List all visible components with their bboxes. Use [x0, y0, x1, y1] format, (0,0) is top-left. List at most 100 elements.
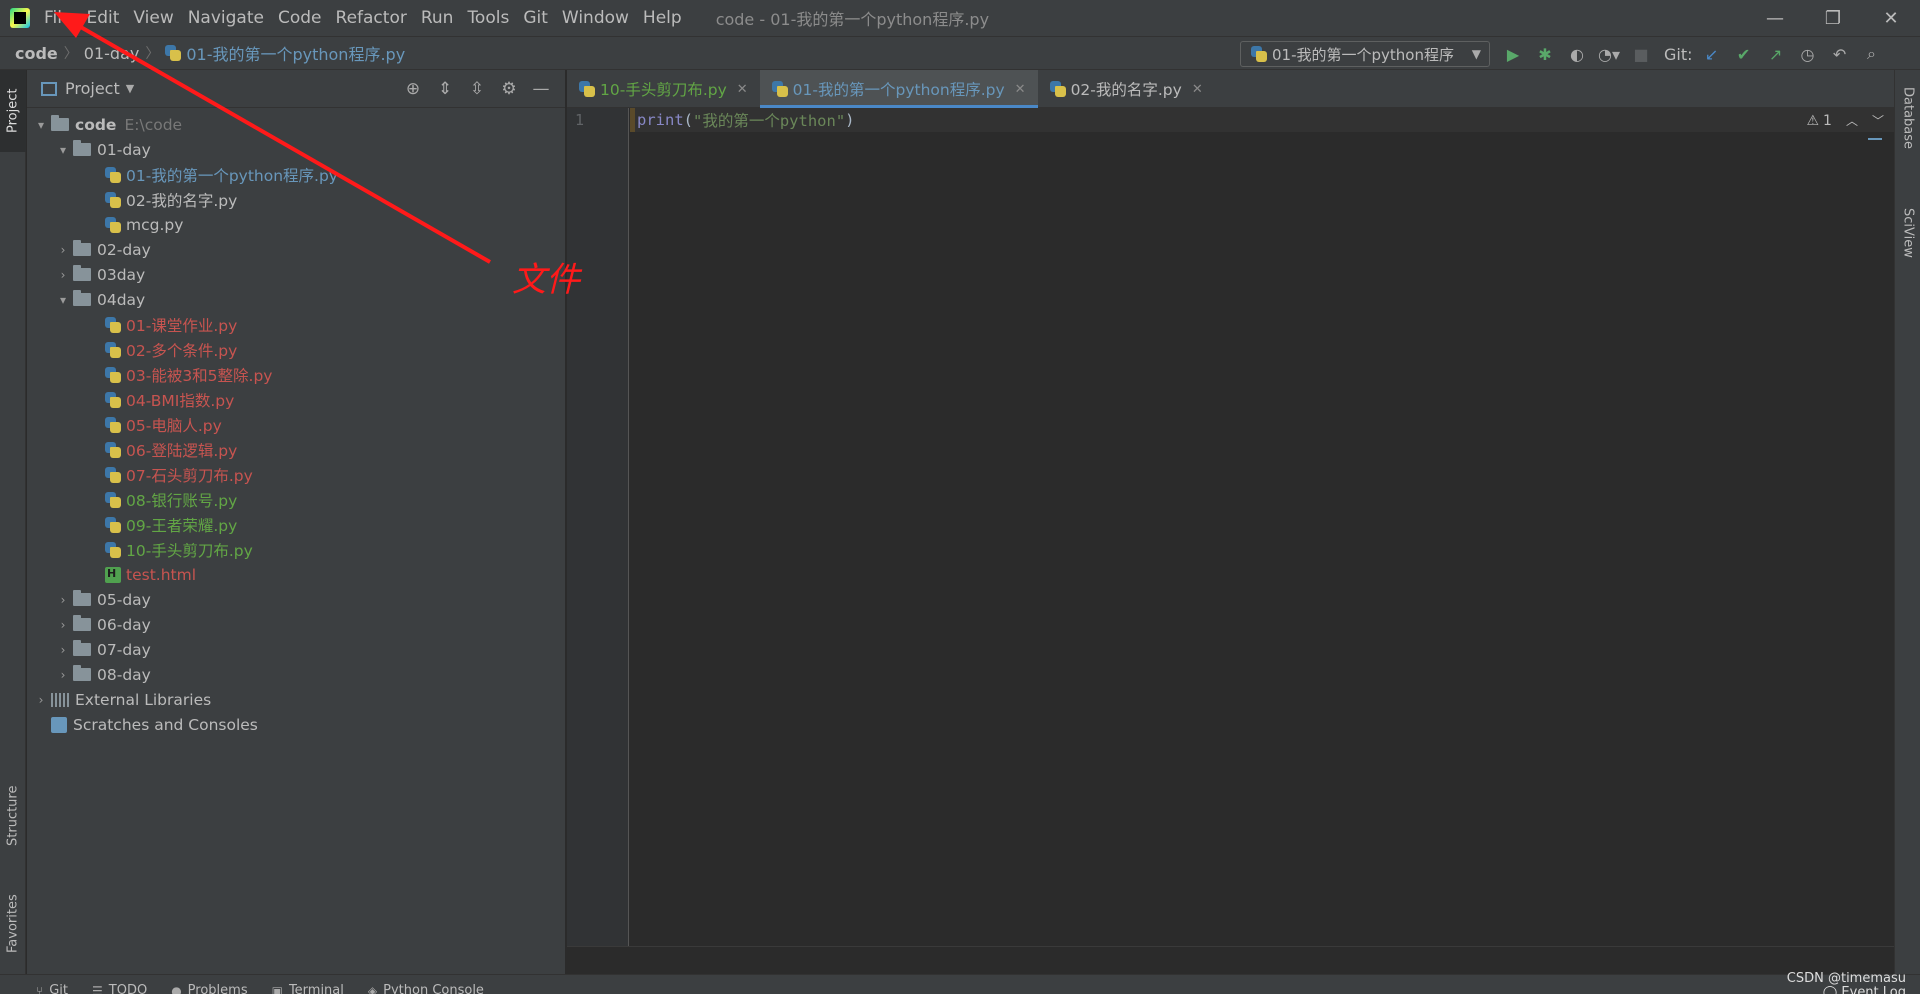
tree-root[interactable]: ▾ code E:\code	[27, 112, 565, 137]
inspection-widget[interactable]: ⚠ 1 ︿ ﹀	[1806, 112, 1884, 129]
tree-folder[interactable]: ▾ 01-day	[27, 137, 565, 162]
close-window-button[interactable]: ✕	[1862, 0, 1920, 36]
tool-tab-sciview[interactable]: SciView	[1895, 188, 1920, 278]
chevron-down-icon[interactable]: ▾	[53, 293, 73, 307]
tree-folder[interactable]: › 02-day	[27, 237, 565, 262]
debug-icon[interactable]: ✱	[1532, 41, 1558, 67]
pycharm-logo-icon[interactable]	[10, 8, 30, 28]
restore-button[interactable]: ❐	[1804, 0, 1862, 36]
chevron-right-icon[interactable]: ›	[53, 243, 73, 257]
tree-file[interactable]: mcg.py	[27, 212, 565, 237]
chevron-down-icon[interactable]: ﹀	[1872, 112, 1884, 129]
menu-window[interactable]: Window	[562, 8, 629, 28]
menu-navigate[interactable]: Navigate	[188, 8, 264, 28]
menu-run[interactable]: Run	[421, 8, 454, 28]
tree-file[interactable]: 07-石头剪刀布.py	[27, 462, 565, 487]
tool-tab-database[interactable]: Database	[1895, 70, 1920, 166]
tree-file[interactable]: 02-我的名字.py	[27, 187, 565, 212]
tree-file[interactable]: 02-多个条件.py	[27, 337, 565, 362]
chevron-down-icon[interactable]: ▾	[53, 143, 73, 157]
bottom-tab-python-console[interactable]: ◈ Python Console	[368, 975, 484, 994]
git-label: Git:	[1664, 44, 1693, 64]
locate-file-icon[interactable]: ⊕	[397, 79, 429, 99]
library-icon	[51, 692, 69, 707]
tree-file[interactable]: test.html	[27, 562, 565, 587]
menu-refactor[interactable]: Refactor	[336, 8, 407, 28]
scrollbar-marker[interactable]	[1868, 138, 1882, 140]
git-commit-icon[interactable]: ✔	[1731, 41, 1757, 67]
tree-folder[interactable]: › 03day	[27, 262, 565, 287]
menu-help[interactable]: Help	[643, 8, 682, 28]
git-push-icon[interactable]: ↗	[1763, 41, 1789, 67]
tree-file[interactable]: 01-我的第一个python程序.py	[27, 162, 565, 187]
menu-git[interactable]: Git	[523, 8, 548, 28]
editor-tab-active[interactable]: 01-我的第一个python程序.py ✕	[759, 70, 1038, 108]
chevron-down-icon[interactable]: ▼	[126, 82, 134, 95]
breadcrumb-root[interactable]: code	[15, 44, 58, 63]
menu-tools[interactable]: Tools	[467, 8, 509, 28]
history-icon[interactable]: ◷	[1795, 41, 1821, 67]
rollback-icon[interactable]: ↶	[1827, 41, 1853, 67]
gear-icon[interactable]: ⚙	[493, 79, 525, 99]
chevron-right-icon[interactable]: ›	[53, 668, 73, 682]
run-toolbar: ▶ ✱ ◐ ◔▾ ■ Git: ↙ ✔ ↗ ◷ ↶ ⌕	[1500, 37, 1891, 71]
code-editor[interactable]: print("我的第一个python") ⚠ 1 ︿ ﹀	[630, 108, 1894, 946]
tree-file[interactable]: 01-课堂作业.py	[27, 312, 565, 337]
menu-file[interactable]: File	[44, 8, 72, 28]
git-update-icon[interactable]: ↙	[1699, 41, 1725, 67]
bottom-tab-problems[interactable]: ● Problems	[171, 975, 247, 994]
tree-file[interactable]: 04-BMI指数.py	[27, 387, 565, 412]
tree-external-libraries[interactable]: › External Libraries	[27, 687, 565, 712]
tree-folder[interactable]: › 05-day	[27, 587, 565, 612]
chevron-right-icon[interactable]: ›	[53, 643, 73, 657]
chevron-up-icon[interactable]: ︿	[1846, 112, 1858, 129]
breadcrumb-folder[interactable]: 01-day	[84, 44, 140, 63]
bottom-tab-todo[interactable]: ☰ TODO	[92, 975, 147, 994]
close-tab-icon[interactable]: ✕	[1192, 82, 1203, 97]
search-icon[interactable]: ⌕	[1859, 41, 1885, 67]
tree-folder[interactable]: › 07-day	[27, 637, 565, 662]
menu-edit[interactable]: Edit	[86, 8, 119, 28]
chevron-right-icon[interactable]: ›	[53, 593, 73, 607]
coverage-icon[interactable]: ◐	[1564, 41, 1590, 67]
tree-file[interactable]: 10-手头剪刀布.py	[27, 537, 565, 562]
tree-folder[interactable]: › 08-day	[27, 662, 565, 687]
stop-icon[interactable]: ■	[1628, 41, 1654, 67]
editor-tab[interactable]: 02-我的名字.py ✕	[1038, 70, 1215, 108]
chevron-right-icon[interactable]: ›	[53, 618, 73, 632]
profile-icon[interactable]: ◔▾	[1596, 41, 1622, 67]
tree-file[interactable]: 08-银行账号.py	[27, 487, 565, 512]
event-log-label: Event Log	[1841, 985, 1906, 994]
minimize-button[interactable]: —	[1746, 0, 1804, 36]
tool-tab-favorites[interactable]: Favorites	[0, 876, 26, 972]
project-panel-title[interactable]: Project	[65, 79, 120, 98]
tree-folder[interactable]: ▾ 04day	[27, 287, 565, 312]
run-configuration-select[interactable]: 01-我的第一个python程序 ▼	[1240, 41, 1490, 67]
close-tab-icon[interactable]: ✕	[737, 82, 748, 97]
breadcrumb-file[interactable]: 01-我的第一个python程序.py	[165, 41, 405, 65]
chevron-right-icon[interactable]: ›	[31, 693, 51, 707]
bottom-tab-terminal[interactable]: ▣ Terminal	[272, 975, 344, 994]
chevron-right-icon[interactable]: ›	[53, 268, 73, 282]
tree-file[interactable]: 06-登陆逻辑.py	[27, 437, 565, 462]
hide-panel-icon[interactable]: —	[525, 79, 557, 99]
tree-file[interactable]: 09-王者荣耀.py	[27, 512, 565, 537]
menu-code[interactable]: Code	[278, 8, 322, 28]
tree-folder[interactable]: › 06-day	[27, 612, 565, 637]
bottom-tab-git[interactable]: ⑂ Git	[36, 975, 68, 994]
tool-tab-structure[interactable]: Structure	[0, 770, 26, 862]
run-icon[interactable]: ▶	[1500, 41, 1526, 67]
editor-tab-label: 10-手头剪刀布.py	[600, 81, 727, 99]
editor-tab[interactable]: 10-手头剪刀布.py ✕	[567, 70, 760, 108]
code-line[interactable]: print("我的第一个python")	[630, 108, 1894, 132]
chevron-down-icon[interactable]: ▾	[31, 118, 51, 132]
collapse-all-icon[interactable]: ⇳	[461, 79, 493, 99]
tree-scratches[interactable]: Scratches and Consoles	[27, 712, 565, 737]
event-log-button[interactable]: ◯ Event Log	[1787, 986, 1906, 994]
menu-view[interactable]: View	[133, 8, 173, 28]
tool-tab-project[interactable]: Project	[0, 70, 26, 152]
expand-all-icon[interactable]: ⇕	[429, 79, 461, 99]
close-tab-icon[interactable]: ✕	[1015, 82, 1026, 97]
tree-file[interactable]: 03-能被3和5整除.py	[27, 362, 565, 387]
tree-file[interactable]: 05-电脑人.py	[27, 412, 565, 437]
